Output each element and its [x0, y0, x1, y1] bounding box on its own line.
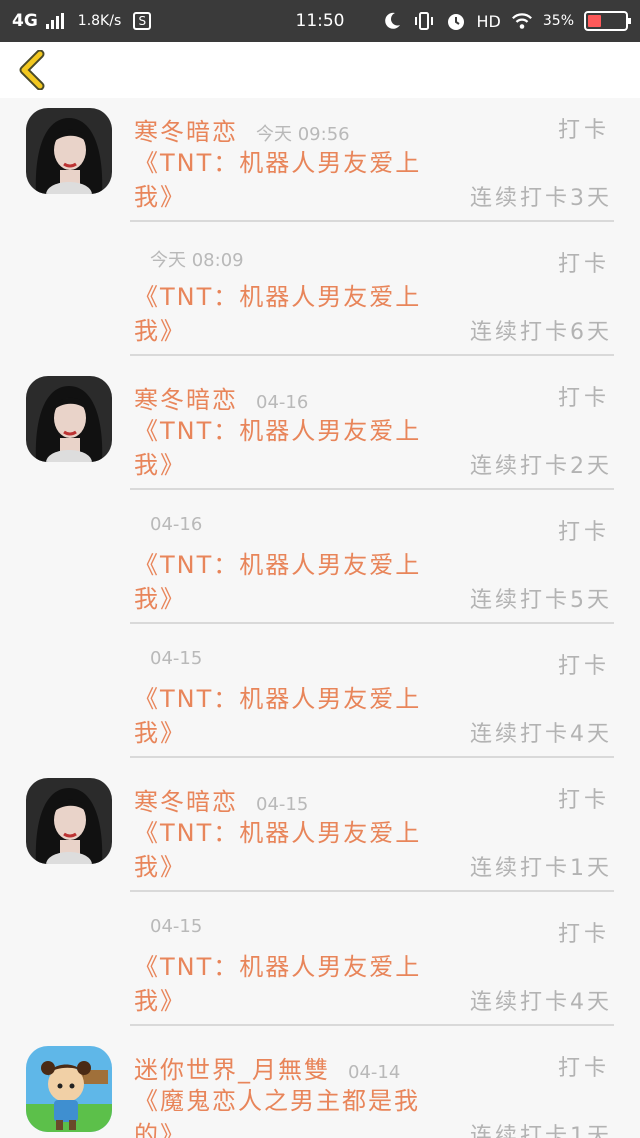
checkin-button[interactable]: 打卡: [558, 514, 610, 546]
avatar[interactable]: [26, 108, 112, 194]
post-content[interactable]: 寒冬暗恋 04-15 《TNT：机器人男友爱上我》 打卡 连续打卡1天: [130, 768, 614, 892]
moon-icon: [381, 10, 403, 32]
post-meta: 寒冬暗恋 04-15: [134, 782, 308, 817]
wifi-icon: [511, 10, 533, 32]
post-content[interactable]: 寒冬暗恋 04-16 《TNT：机器人男友爱上我》 打卡 连续打卡2天: [130, 366, 614, 490]
user-name[interactable]: 寒冬暗恋: [134, 380, 238, 415]
post-list[interactable]: 寒冬暗恋 今天 09:56 《TNT：机器人男友爱上我》 打卡 连续打卡3天 今…: [0, 98, 640, 1138]
book-title[interactable]: 《TNT：机器人男友爱上我》: [134, 816, 434, 884]
back-button[interactable]: [14, 49, 54, 91]
checkin-button[interactable]: 打卡: [558, 648, 610, 680]
user-name[interactable]: 寒冬暗恋: [134, 112, 238, 147]
post-meta: 今天 08:09: [134, 246, 244, 272]
checkin-button[interactable]: 打卡: [558, 782, 610, 814]
battery-percent: 35%: [542, 13, 574, 29]
hd-label: HD: [476, 11, 501, 31]
list-item[interactable]: 寒冬暗恋 今天 09:56 《TNT：机器人男友爱上我》 打卡 连续打卡3天: [0, 98, 640, 232]
s-icon: S: [133, 12, 152, 30]
checkin-button[interactable]: 打卡: [558, 112, 610, 144]
post-content[interactable]: 04-16 《TNT：机器人男友爱上我》 打卡 连续打卡5天: [130, 500, 614, 624]
streak-label: 连续打卡1天: [470, 1124, 612, 1138]
network-speed: 1.8K/s: [77, 13, 122, 29]
book-title[interactable]: 《TNT：机器人男友爱上我》: [134, 950, 434, 1018]
book-title[interactable]: 《TNT：机器人男友爱上我》: [134, 548, 434, 616]
list-item[interactable]: 04-15 《TNT：机器人男友爱上我》 打卡 连续打卡4天: [0, 902, 640, 1036]
list-item[interactable]: 04-15 《TNT：机器人男友爱上我》 打卡 连续打卡4天: [0, 634, 640, 768]
list-item[interactable]: 今天 08:09 《TNT：机器人男友爱上我》 打卡 连续打卡6天: [0, 232, 640, 366]
streak-label: 连续打卡1天: [470, 856, 612, 881]
checkin-button[interactable]: 打卡: [558, 246, 610, 278]
post-time: 今天 08:09: [150, 250, 244, 271]
status-right: HD 35%: [381, 10, 631, 32]
checkin-button[interactable]: 打卡: [558, 380, 610, 412]
post-content[interactable]: 04-15 《TNT：机器人男友爱上我》 打卡 连续打卡4天: [130, 634, 614, 758]
post-meta: 04-15: [134, 916, 202, 937]
book-title[interactable]: 《TNT：机器人男友爱上我》: [134, 682, 434, 750]
book-title[interactable]: 《TNT：机器人男友爱上我》: [134, 146, 434, 214]
book-title[interactable]: 《TNT：机器人男友爱上我》: [134, 414, 434, 482]
avatar[interactable]: [26, 1046, 112, 1132]
post-content[interactable]: 04-15 《TNT：机器人男友爱上我》 打卡 连续打卡4天: [130, 902, 614, 1026]
post-time: 04-15: [150, 916, 203, 937]
streak-label: 连续打卡5天: [470, 588, 612, 613]
post-time: 今天 09:56: [256, 124, 350, 145]
streak-label: 连续打卡3天: [470, 186, 612, 211]
list-item[interactable]: 寒冬暗恋 04-15 《TNT：机器人男友爱上我》 打卡 连续打卡1天: [0, 768, 640, 902]
book-title[interactable]: 《TNT：机器人男友爱上我》: [134, 280, 434, 348]
streak-label: 连续打卡2天: [470, 454, 612, 479]
post-time: 04-16: [150, 514, 203, 535]
alarm-icon: [445, 10, 467, 32]
post-time: 04-15: [256, 794, 309, 815]
post-time: 04-16: [256, 392, 309, 413]
streak-label: 连续打卡4天: [470, 722, 612, 747]
checkin-button[interactable]: 打卡: [558, 916, 610, 948]
battery-icon: [584, 11, 631, 31]
avatar[interactable]: [26, 778, 112, 864]
streak-label: 连续打卡6天: [470, 320, 612, 345]
post-meta: 寒冬暗恋 今天 09:56: [134, 112, 350, 147]
post-meta: 04-16: [134, 514, 202, 535]
post-content[interactable]: 迷你世界_月無雙 04-14 《魔鬼恋人之男主都是我的》 打卡 连续打卡1天: [130, 1036, 614, 1138]
list-item[interactable]: 寒冬暗恋 04-16 《TNT：机器人男友爱上我》 打卡 连续打卡2天: [0, 366, 640, 500]
post-content[interactable]: 今天 08:09 《TNT：机器人男友爱上我》 打卡 连续打卡6天: [130, 232, 614, 356]
network-type: 4G: [12, 11, 38, 31]
post-content[interactable]: 寒冬暗恋 今天 09:56 《TNT：机器人男友爱上我》 打卡 连续打卡3天: [130, 98, 614, 222]
status-bar: 4G 1.8K/s S 11:50 HD 35%: [0, 0, 640, 42]
post-meta: 寒冬暗恋 04-16: [134, 380, 308, 415]
signal-icon: [45, 13, 64, 29]
header-bar: [0, 42, 640, 98]
post-meta: 04-15: [134, 648, 202, 669]
vibrate-icon: [413, 10, 435, 32]
checkin-button[interactable]: 打卡: [558, 1050, 610, 1082]
battery-level: [588, 15, 601, 27]
post-meta: 迷你世界_月無雙 04-14: [134, 1050, 400, 1085]
book-title[interactable]: 《魔鬼恋人之男主都是我的》: [134, 1084, 434, 1138]
avatar[interactable]: [26, 376, 112, 462]
user-name[interactable]: 寒冬暗恋: [134, 782, 238, 817]
post-time: 04-14: [348, 1062, 401, 1083]
user-name[interactable]: 迷你世界_月無雙: [134, 1050, 330, 1085]
streak-label: 连续打卡4天: [470, 990, 612, 1015]
chevron-left-icon: [19, 49, 45, 91]
status-left: 4G 1.8K/s S: [12, 11, 152, 31]
list-item[interactable]: 04-16 《TNT：机器人男友爱上我》 打卡 连续打卡5天: [0, 500, 640, 634]
post-time: 04-15: [150, 648, 203, 669]
list-item[interactable]: 迷你世界_月無雙 04-14 《魔鬼恋人之男主都是我的》 打卡 连续打卡1天: [0, 1036, 640, 1138]
